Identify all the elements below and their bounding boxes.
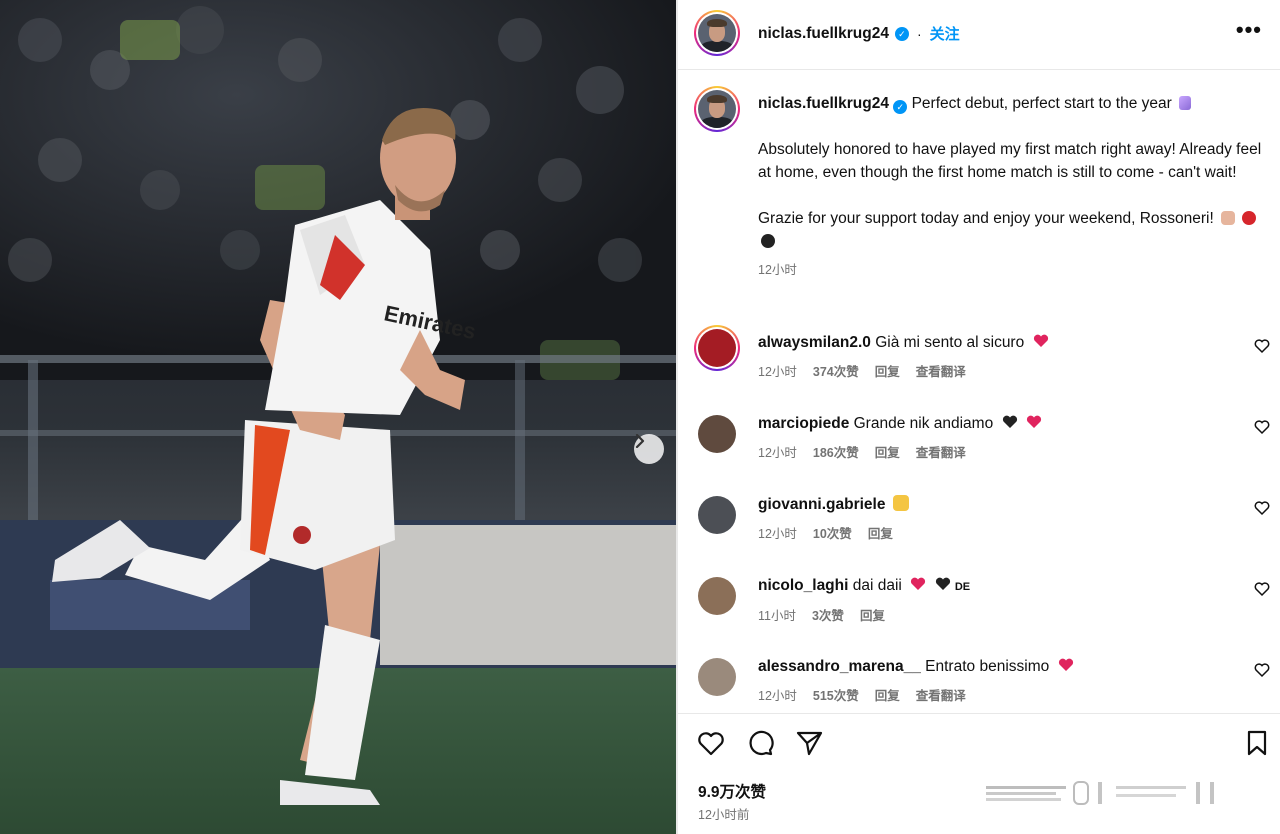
comment-likes[interactable]: 3次赞 bbox=[812, 605, 844, 624]
more-options-icon[interactable]: ••• bbox=[1236, 19, 1262, 41]
comment-item: marciopiede Grande nik andiamo 12小时 186次… bbox=[678, 413, 1280, 483]
flexed-arm-emoji bbox=[1221, 211, 1236, 225]
caption-paragraph-2: Grazie for your support today and enjoy … bbox=[758, 210, 1214, 227]
red-heart-emoji bbox=[911, 577, 926, 590]
comment-suffix: DE bbox=[954, 581, 971, 593]
heart-icon[interactable] bbox=[1254, 338, 1270, 354]
red-heart-emoji bbox=[1033, 334, 1048, 347]
comment-likes[interactable]: 186次赞 bbox=[813, 442, 859, 461]
author-username[interactable]: niclas.fuellkrug24 bbox=[758, 25, 889, 43]
black-circle-emoji bbox=[761, 234, 775, 248]
red-circle-emoji bbox=[1242, 211, 1257, 225]
comment-avatar[interactable] bbox=[698, 496, 736, 534]
post-photo[interactable]: Emirates bbox=[0, 0, 676, 834]
comment-translate-button[interactable]: 查看翻译 bbox=[916, 685, 966, 704]
watermark-graphic bbox=[986, 781, 1214, 805]
verified-icon: ✓ bbox=[894, 26, 909, 41]
next-photo-button[interactable] bbox=[634, 434, 664, 464]
comment-username[interactable]: alwaysmilan2.0 bbox=[758, 334, 871, 351]
comment-text: Già mi sento al sicuro bbox=[875, 334, 1025, 351]
praying-hands-emoji bbox=[1179, 96, 1192, 110]
comment-reply-button[interactable]: 回复 bbox=[875, 442, 900, 461]
player-photo-illustration: Emirates bbox=[0, 0, 676, 834]
comment-time: 11小时 bbox=[758, 609, 796, 623]
post-caption: niclas.fuellkrug24 ✓ Perfect debut, perf… bbox=[758, 92, 1263, 282]
post-header: niclas.fuellkrug24 ✓ · 关注 ••• bbox=[678, 0, 1280, 70]
heart-icon[interactable] bbox=[1254, 419, 1270, 435]
comment-avatar[interactable] bbox=[694, 325, 740, 371]
comment-username[interactable]: marciopiede bbox=[758, 415, 849, 432]
caption-avatar[interactable] bbox=[694, 86, 740, 132]
comment-username[interactable]: giovanni.gabriele bbox=[758, 496, 885, 513]
comment-username[interactable]: nicolo_laghi bbox=[758, 577, 848, 594]
comment-text: Entrato benissimo bbox=[925, 658, 1050, 675]
heart-icon[interactable] bbox=[1254, 662, 1270, 678]
post-actions-bar: 9.9万次赞 12小时前 bbox=[678, 713, 1280, 834]
verified-icon: ✓ bbox=[893, 100, 908, 114]
comment-time: 12小时 bbox=[758, 527, 797, 541]
red-heart-emoji bbox=[1058, 658, 1073, 671]
share-icon[interactable] bbox=[794, 728, 824, 758]
comment-avatar[interactable] bbox=[698, 658, 736, 696]
like-heart-icon[interactable] bbox=[696, 728, 726, 758]
like-count[interactable]: 9.9万次赞 bbox=[698, 780, 766, 802]
black-heart-emoji bbox=[1002, 415, 1017, 428]
comment-text: Grande nik andiamo bbox=[853, 415, 994, 432]
comment-avatar[interactable] bbox=[698, 415, 736, 453]
caption-username[interactable]: niclas.fuellkrug24 bbox=[758, 95, 889, 112]
black-heart-emoji bbox=[935, 577, 950, 590]
comment-likes[interactable]: 515次赞 bbox=[813, 685, 859, 704]
comment-icon[interactable] bbox=[745, 728, 775, 758]
comment-text: dai daii bbox=[852, 577, 902, 594]
comment-username[interactable]: alessandro_marena__ bbox=[758, 658, 921, 675]
post-side-panel: niclas.fuellkrug24 ✓ · 关注 ••• niclas.fue… bbox=[678, 0, 1280, 834]
comment-item: giovanni.gabriele 12小时 10次赞 回复 bbox=[678, 494, 1280, 564]
comment-time: 12小时 bbox=[758, 446, 797, 460]
comment-likes[interactable]: 10次赞 bbox=[813, 523, 852, 542]
comment-time: 12小时 bbox=[758, 689, 797, 703]
comment-item: nicolo_laghi dai daii DE 11小时 3次赞 回复 bbox=[678, 575, 1280, 645]
bookmark-icon[interactable] bbox=[1242, 728, 1272, 758]
caption-time: 12小时 bbox=[758, 263, 797, 277]
follow-button[interactable]: 关注 bbox=[930, 23, 960, 44]
post-timestamp: 12小时前 bbox=[698, 808, 750, 822]
heart-icon[interactable] bbox=[1254, 581, 1270, 597]
comment-avatar[interactable] bbox=[698, 577, 736, 615]
red-heart-emoji bbox=[1026, 415, 1041, 428]
caption-paragraph-1: Absolutely honored to have played my fir… bbox=[758, 141, 1262, 181]
comment-translate-button[interactable]: 查看翻译 bbox=[916, 442, 966, 461]
heart-icon[interactable] bbox=[1254, 500, 1270, 516]
comment-reply-button[interactable]: 回复 bbox=[860, 605, 885, 624]
comment-reply-button[interactable]: 回复 bbox=[875, 685, 900, 704]
author-avatar[interactable] bbox=[694, 10, 740, 56]
next-arrow-icon bbox=[635, 434, 645, 448]
separator-dot: · bbox=[916, 25, 922, 42]
comment-item: alwaysmilan2.0 Già mi sento al sicuro 12… bbox=[678, 325, 1280, 402]
comment-likes[interactable]: 374次赞 bbox=[813, 361, 859, 380]
comment-reply-button[interactable]: 回复 bbox=[875, 361, 900, 380]
caption-line1: Perfect debut, perfect start to the year bbox=[911, 95, 1172, 112]
comment-time: 12小时 bbox=[758, 365, 797, 379]
clapping-hands-emoji bbox=[892, 495, 909, 511]
comment-reply-button[interactable]: 回复 bbox=[868, 523, 893, 542]
comment-translate-button[interactable]: 查看翻译 bbox=[916, 361, 966, 380]
